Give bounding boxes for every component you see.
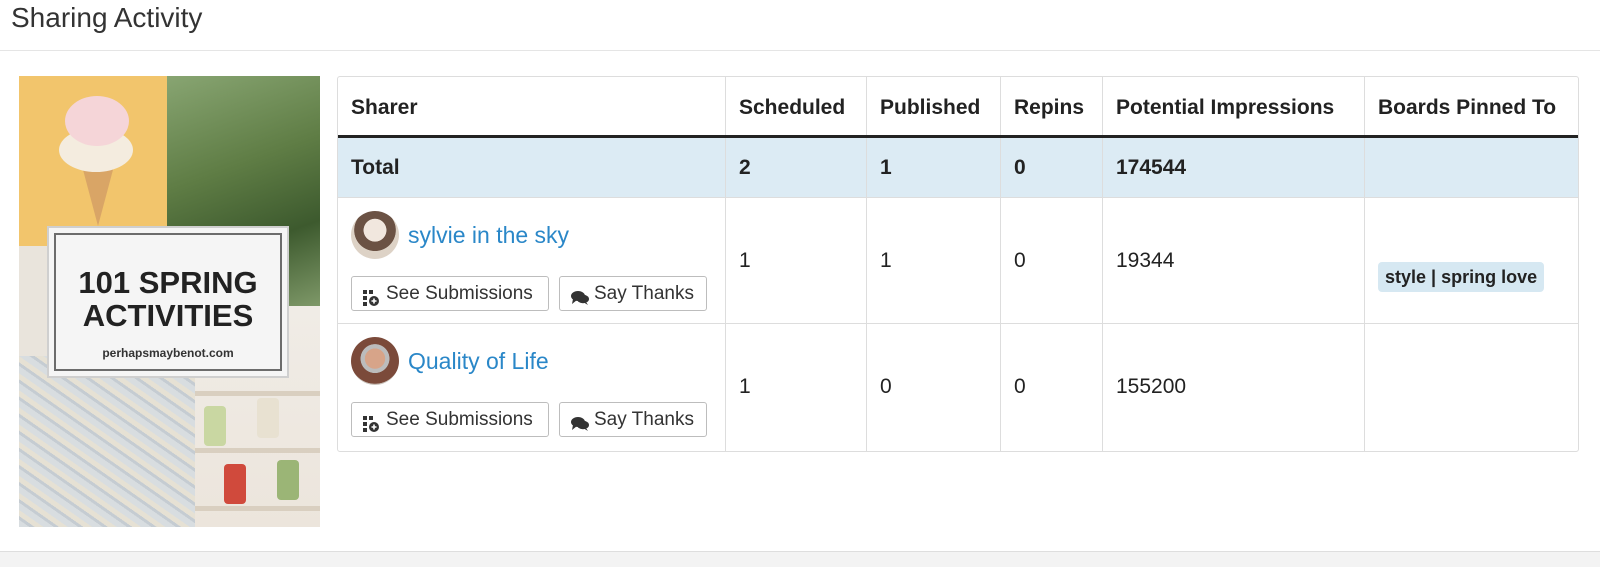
- pin-image[interactable]: 101 SPRING ACTIVITIES perhapsmaybenot.co…: [19, 76, 320, 527]
- board-tag[interactable]: style | spring love: [1378, 262, 1545, 292]
- sharer-name-link[interactable]: sylvie in the sky: [408, 222, 569, 249]
- shelf-line: [195, 506, 320, 511]
- submissions-grid-icon: [362, 411, 380, 432]
- jar-shape: [204, 406, 226, 446]
- shelf-line: [195, 448, 320, 453]
- total-impressions: 174544: [1102, 138, 1364, 197]
- pin-bg-map: [19, 356, 199, 527]
- total-label: Total: [351, 156, 400, 179]
- col-header-impressions: Potential Impressions: [1102, 77, 1364, 135]
- impressions-value: 155200: [1102, 324, 1364, 451]
- published-value: 0: [866, 324, 1000, 451]
- table-header-row: Sharer Scheduled Published Repins Potent…: [338, 77, 1578, 138]
- total-boards: [1364, 138, 1578, 197]
- footer-band: [0, 551, 1600, 567]
- say-thanks-button[interactable]: Say Thanks: [559, 402, 707, 437]
- total-repins: 0: [1000, 138, 1102, 197]
- chat-bubbles-icon: [570, 411, 589, 431]
- see-submissions-label: See Submissions: [386, 409, 533, 430]
- avatar[interactable]: [351, 337, 399, 385]
- ice-cream-scoop: [65, 96, 129, 146]
- pin-title-card: 101 SPRING ACTIVITIES perhapsmaybenot.co…: [47, 226, 289, 378]
- avatar[interactable]: [351, 211, 399, 259]
- scheduled-value: 1: [725, 324, 866, 451]
- total-published: 1: [866, 138, 1000, 197]
- sharer-cell: Quality of Life See Submissions Say Than…: [338, 324, 725, 451]
- see-submissions-button[interactable]: See Submissions: [351, 276, 549, 311]
- col-header-sharer: Sharer: [351, 96, 418, 119]
- pin-site: perhapsmaybenot.com: [102, 346, 234, 360]
- sharer-cell: sylvie in the sky See Submissions Say Th…: [338, 198, 725, 323]
- say-thanks-label: Say Thanks: [594, 283, 694, 304]
- boards-cell: [1364, 324, 1578, 451]
- see-submissions-button[interactable]: See Submissions: [351, 402, 549, 437]
- sharing-table: Sharer Scheduled Published Repins Potent…: [337, 76, 1579, 452]
- say-thanks-label: Say Thanks: [594, 409, 694, 430]
- table-total-row: Total 2 1 0 174544: [338, 138, 1578, 198]
- table-row: Quality of Life See Submissions Say Than…: [338, 324, 1578, 451]
- sharer-name-link[interactable]: Quality of Life: [408, 348, 549, 375]
- col-header-published: Published: [866, 77, 1000, 135]
- jar-shape: [277, 460, 299, 500]
- see-submissions-label: See Submissions: [386, 283, 533, 304]
- shelf-line: [195, 391, 320, 396]
- repins-value: 0: [1000, 198, 1102, 323]
- pin-headline: 101 SPRING ACTIVITIES: [78, 265, 258, 333]
- col-header-scheduled: Scheduled: [725, 77, 866, 135]
- jar-shape: [224, 464, 246, 504]
- col-header-repins: Repins: [1000, 77, 1102, 135]
- scheduled-value: 1: [725, 198, 866, 323]
- submissions-grid-icon: [362, 285, 380, 306]
- repins-value: 0: [1000, 324, 1102, 451]
- jar-shape: [257, 398, 279, 438]
- chat-bubbles-icon: [570, 285, 589, 305]
- say-thanks-button[interactable]: Say Thanks: [559, 276, 707, 311]
- published-value: 1: [866, 198, 1000, 323]
- total-scheduled: 2: [725, 138, 866, 197]
- boards-cell: style | spring love: [1364, 198, 1578, 323]
- table-row: sylvie in the sky See Submissions Say Th…: [338, 198, 1578, 324]
- impressions-value: 19344: [1102, 198, 1364, 323]
- col-header-boards: Boards Pinned To: [1364, 77, 1578, 135]
- page-header: Sharing Activity: [0, 0, 1600, 51]
- page-title: Sharing Activity: [11, 2, 203, 33]
